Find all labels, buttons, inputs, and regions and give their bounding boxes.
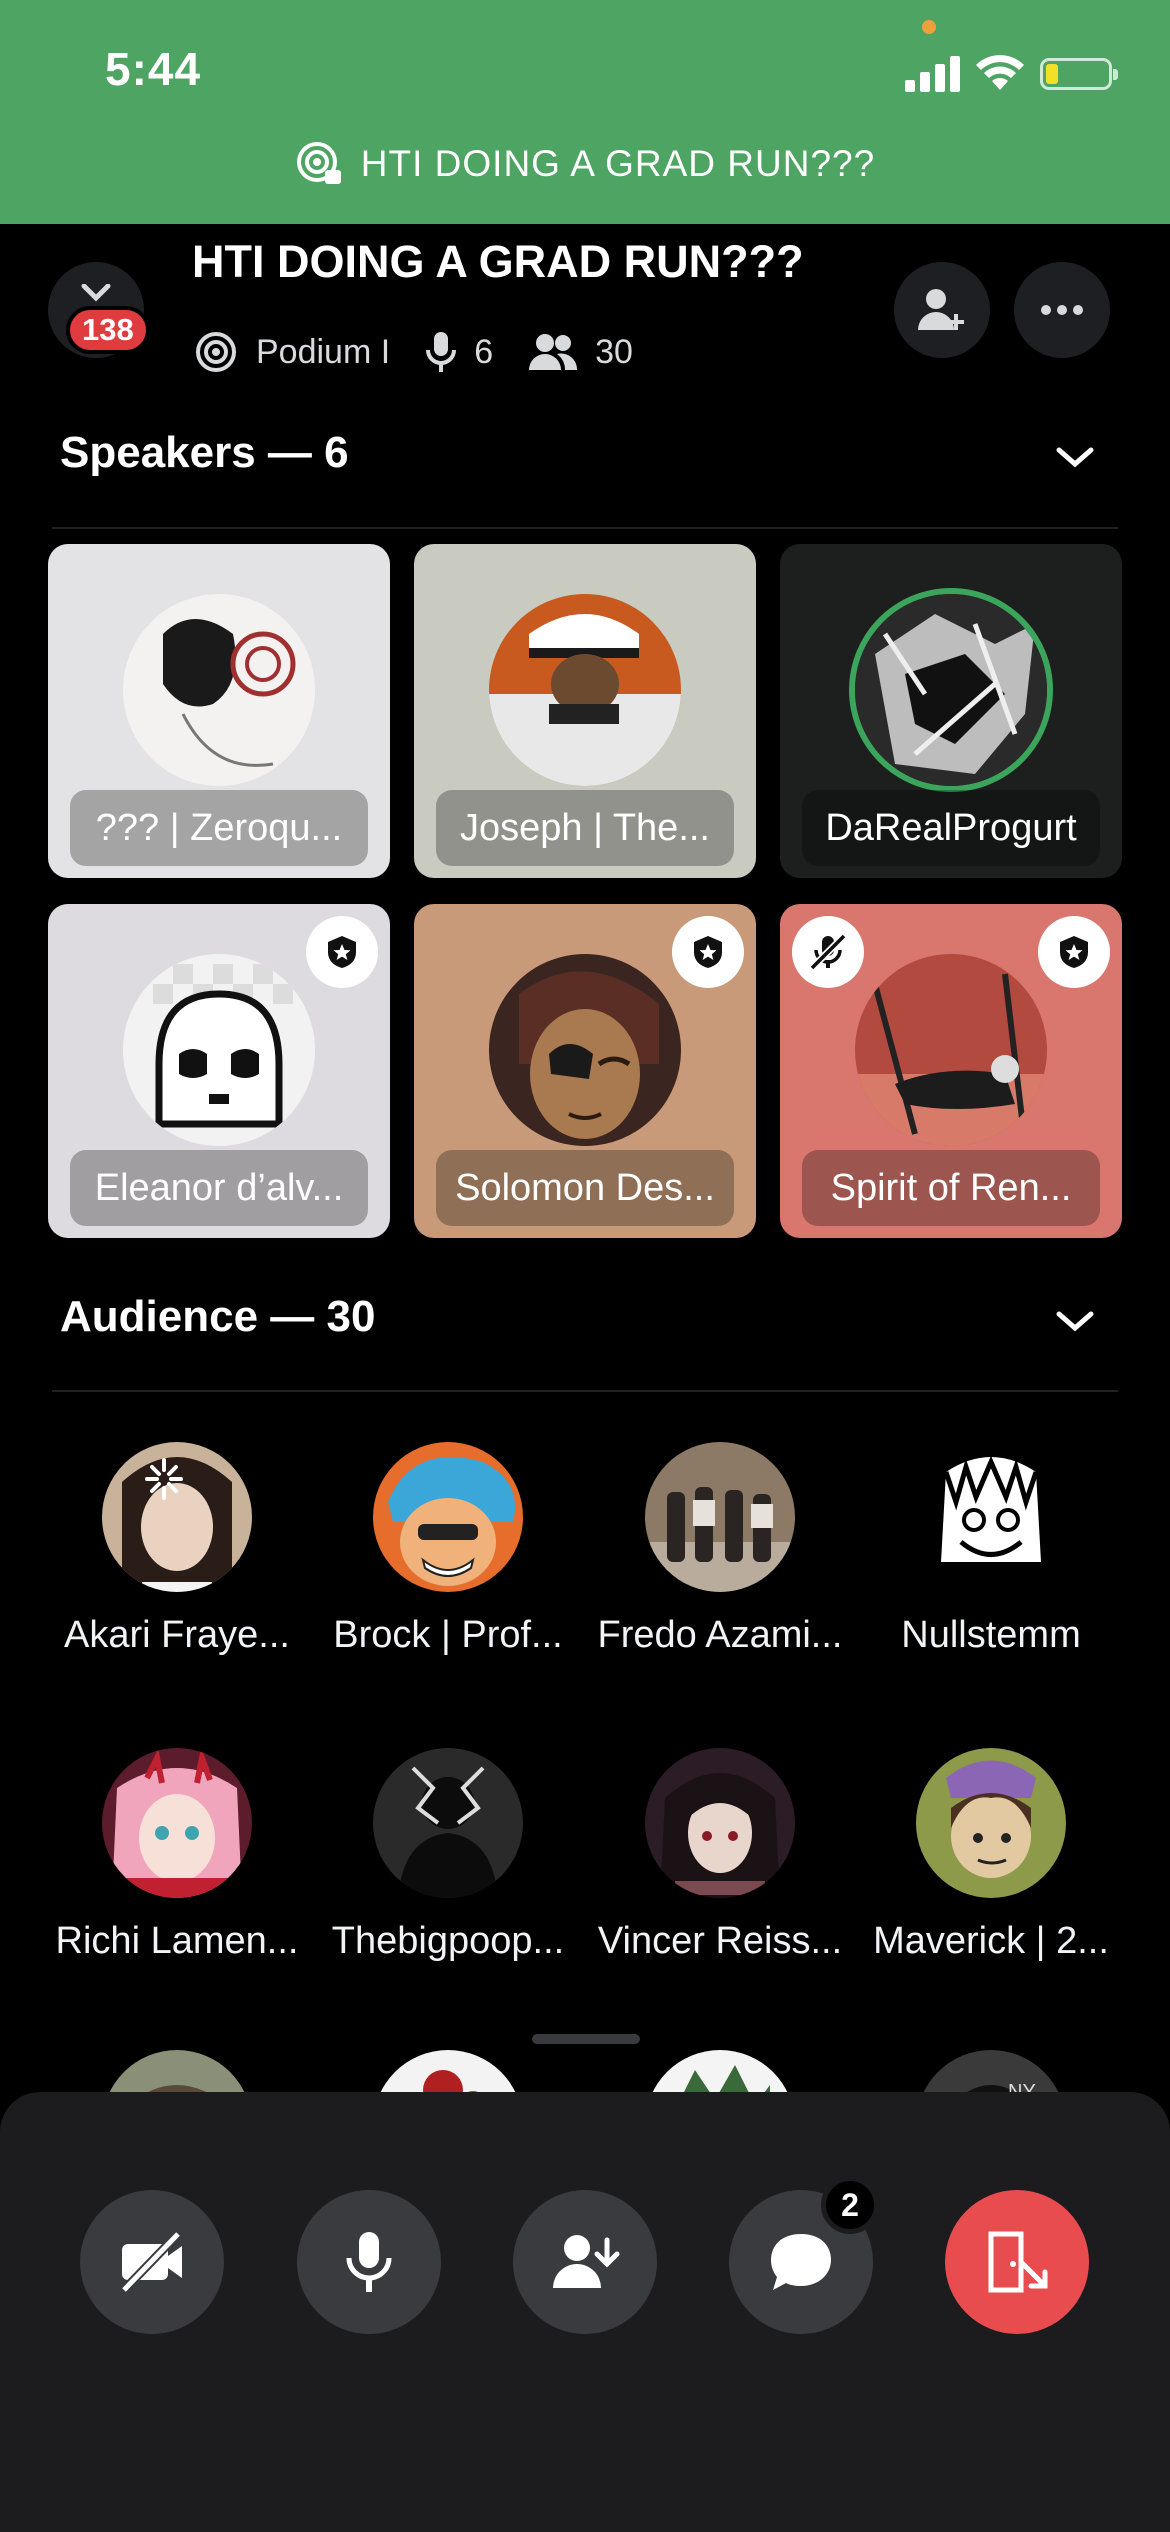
cellular-signal-icon xyxy=(905,52,961,92)
stage-icon xyxy=(196,332,236,372)
speaker-tile[interactable]: Solomon Des... xyxy=(414,904,756,1238)
mic-off-icon xyxy=(809,933,847,971)
moderator-badge xyxy=(1038,916,1110,988)
audience-member[interactable]: Maverick | 2... xyxy=(856,1748,1126,1963)
leave-stage-button[interactable] xyxy=(945,2190,1089,2334)
avatar xyxy=(489,954,681,1146)
more-icon xyxy=(1041,305,1083,315)
microphone-button[interactable] xyxy=(297,2190,441,2334)
server-muted-badge xyxy=(792,916,864,988)
avatar xyxy=(916,1748,1066,1898)
wifi-icon xyxy=(976,55,1024,90)
banner-title-row: HTI DOING A GRAD RUN??? xyxy=(0,140,1170,188)
speaker-tile[interactable]: Joseph | The... xyxy=(414,544,756,878)
unread-messages-badge: 2 xyxy=(821,2176,879,2234)
stage-title: HTI DOING A GRAD RUN??? xyxy=(192,236,804,287)
more-options-button[interactable] xyxy=(1014,262,1110,358)
sheet-handle[interactable] xyxy=(532,2034,640,2044)
shield-star-icon xyxy=(694,936,722,968)
stage-meta: Podium I 6 30 xyxy=(192,326,633,378)
microphone-icon xyxy=(426,332,457,372)
audience-name: Vincer Reiss... xyxy=(597,1920,843,1962)
audience-name: Akari Fraye... xyxy=(64,1614,290,1656)
avatar xyxy=(916,1442,1066,1592)
audience-member[interactable]: Brock | Prof... xyxy=(313,1442,583,1657)
moderator-badge xyxy=(306,916,378,988)
chat-bubble-icon xyxy=(771,2234,831,2290)
invite-to-speak-icon xyxy=(553,2235,620,2288)
speaker-tile[interactable]: Spirit of Ren... xyxy=(780,904,1122,1238)
listeners-icon xyxy=(529,334,578,370)
status-time: 5:44 xyxy=(105,43,202,95)
battery-icon xyxy=(1040,58,1118,90)
chevron-down-icon[interactable] xyxy=(1055,442,1095,472)
leave-stage-icon xyxy=(988,2231,1048,2293)
shield-star-icon xyxy=(328,936,356,968)
audience-member[interactable]: Akari Fraye... xyxy=(42,1442,312,1657)
avatar xyxy=(123,594,315,786)
avatar xyxy=(123,954,315,1146)
audience-name: Nullstemm xyxy=(901,1614,1081,1656)
divider xyxy=(52,1390,1118,1392)
camera-off-icon xyxy=(120,2230,182,2294)
avatar xyxy=(373,1442,523,1592)
audience-member[interactable]: Thebigpoop... xyxy=(313,1748,583,1963)
stage-label: Podium I xyxy=(256,332,391,371)
speaker-name: ??? | Zeroqu... xyxy=(70,790,368,866)
divider xyxy=(52,527,1118,529)
avatar xyxy=(645,1748,795,1898)
speaker-tile[interactable]: ??? | Zeroqu... xyxy=(48,544,390,878)
speaker-name: DaRealProgurt xyxy=(802,790,1100,866)
chat-button[interactable]: 2 xyxy=(729,2176,879,2334)
speakers-header: Speakers — 6 xyxy=(60,428,349,477)
speaker-name: Eleanor d’alv... xyxy=(70,1150,368,1226)
speaker-tile[interactable]: Eleanor d’alv... xyxy=(48,904,390,1238)
banner-title: HTI DOING A GRAD RUN??? xyxy=(360,143,876,184)
speaker-name: Solomon Des... xyxy=(436,1150,734,1226)
stage-icon xyxy=(296,142,341,184)
avatar xyxy=(373,1748,523,1898)
moderator-badge xyxy=(672,916,744,988)
privacy-indicator-dot xyxy=(922,20,936,34)
speaker-name: Joseph | The... xyxy=(436,790,734,866)
audience-member[interactable]: Vincer Reiss... xyxy=(585,1748,855,1963)
microphone-icon xyxy=(346,2232,392,2292)
audience-member[interactable]: Fredo Azami... xyxy=(585,1442,855,1657)
avatar xyxy=(645,1442,795,1592)
avatar xyxy=(855,594,1047,786)
speaker-count: 6 xyxy=(474,332,494,371)
camera-toggle-button[interactable] xyxy=(80,2190,224,2334)
chevron-down-icon[interactable] xyxy=(1055,1306,1095,1336)
avatar xyxy=(855,954,1047,1146)
shield-star-icon xyxy=(1060,936,1088,968)
speaker-tile[interactable]: DaRealProgurt xyxy=(780,544,1122,878)
invite-button[interactable] xyxy=(894,262,990,358)
audience-name: Thebigpoop... xyxy=(331,1920,565,1962)
request-to-speak-button[interactable] xyxy=(513,2190,657,2334)
listener-count: 30 xyxy=(595,332,633,371)
avatar xyxy=(102,1748,252,1898)
unread-badge: 138 xyxy=(66,306,150,354)
avatar xyxy=(102,1442,252,1592)
audience-name: Maverick | 2... xyxy=(873,1920,1109,1962)
speaker-name: Spirit of Ren... xyxy=(802,1150,1100,1226)
avatar xyxy=(489,594,681,786)
stage-banner[interactable]: 5:44 HTI DOING A GRAD RUN??? xyxy=(0,0,1170,224)
audience-member[interactable]: Richi Lamen... xyxy=(42,1748,312,1963)
audience-name: Richi Lamen... xyxy=(55,1920,299,1962)
audience-header: Audience — 30 xyxy=(60,1292,376,1341)
audience-name: Brock | Prof... xyxy=(333,1614,563,1656)
audience-name: Fredo Azami... xyxy=(597,1614,843,1656)
add-user-icon xyxy=(918,289,964,330)
audience-member[interactable]: Nullstemm xyxy=(856,1442,1126,1657)
